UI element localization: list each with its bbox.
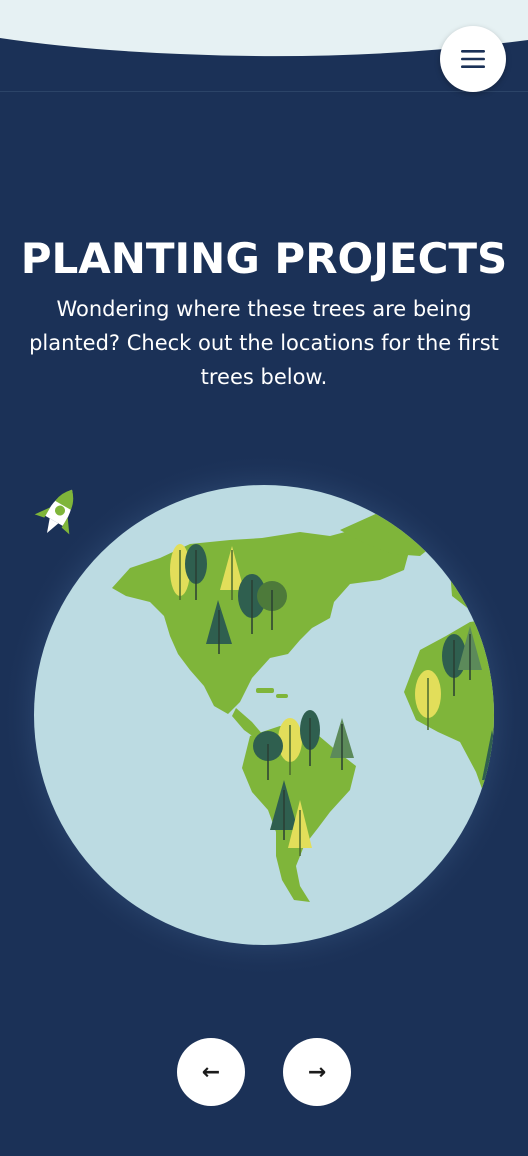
previous-button[interactable]: ←: [177, 1038, 245, 1106]
menu-button[interactable]: [440, 26, 506, 92]
page-title: PLANTING PROJECTS: [20, 234, 508, 283]
next-button[interactable]: →: [283, 1038, 351, 1106]
page-subtitle: Wondering where these trees are being pl…: [29, 297, 499, 389]
header-divider: [0, 91, 528, 92]
page: PLANTING PROJECTS Wondering where these …: [0, 0, 528, 1156]
rocket-icon: [34, 489, 74, 535]
hamburger-menu-icon: [461, 50, 485, 68]
